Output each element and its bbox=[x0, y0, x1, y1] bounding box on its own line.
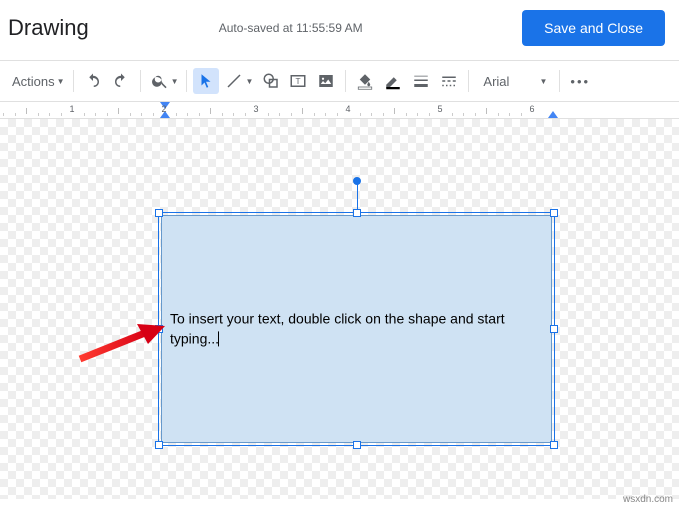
undo-icon bbox=[84, 72, 102, 90]
shape-icon bbox=[262, 72, 280, 90]
dialog-title: Drawing bbox=[8, 15, 89, 41]
redo-button[interactable] bbox=[108, 68, 134, 94]
toolbar: Actions ▼ ▼ ▼ T Arial ▼ ••• bbox=[0, 61, 679, 101]
watermark: wsxdn.com bbox=[623, 494, 673, 505]
text-cursor bbox=[218, 331, 219, 346]
more-icon: ••• bbox=[570, 74, 590, 89]
line-icon bbox=[225, 72, 243, 90]
rotation-line bbox=[357, 183, 358, 209]
zoom-icon bbox=[151, 72, 169, 90]
more-button[interactable]: ••• bbox=[566, 68, 594, 94]
select-tool[interactable] bbox=[193, 68, 219, 94]
paint-bucket-icon bbox=[356, 72, 374, 90]
separator bbox=[140, 70, 141, 92]
shape-text: To insert your text, double click on the… bbox=[170, 310, 505, 346]
line-tool[interactable]: ▼ bbox=[221, 68, 255, 94]
svg-text:T: T bbox=[296, 77, 301, 86]
chevron-down-icon: ▼ bbox=[539, 77, 547, 86]
autosave-status: Auto-saved at 11:55:59 AM bbox=[219, 21, 522, 35]
cursor-icon bbox=[197, 72, 215, 90]
save-and-close-button[interactable]: Save and Close bbox=[522, 10, 665, 46]
actions-menu[interactable]: Actions ▼ bbox=[8, 68, 67, 94]
fill-color-button[interactable] bbox=[352, 68, 378, 94]
redo-icon bbox=[112, 72, 130, 90]
shape-tool[interactable] bbox=[257, 68, 283, 94]
separator bbox=[468, 70, 469, 92]
chevron-down-icon: ▼ bbox=[57, 77, 65, 86]
font-family-select[interactable]: Arial ▼ bbox=[475, 68, 553, 94]
actions-label: Actions bbox=[12, 74, 55, 89]
border-weight-button[interactable] bbox=[408, 68, 434, 94]
horizontal-ruler[interactable]: 123456 bbox=[0, 101, 679, 119]
separator bbox=[73, 70, 74, 92]
undo-button[interactable] bbox=[80, 68, 106, 94]
shape-text-content[interactable]: To insert your text, double click on the… bbox=[170, 309, 543, 348]
textbox-tool[interactable]: T bbox=[285, 68, 311, 94]
pen-icon bbox=[384, 72, 402, 90]
annotation-arrow bbox=[75, 319, 175, 374]
line-dash-icon bbox=[440, 72, 458, 90]
border-dash-button[interactable] bbox=[436, 68, 462, 94]
image-icon bbox=[317, 72, 335, 90]
chevron-down-icon: ▼ bbox=[245, 77, 253, 86]
textbox-icon: T bbox=[289, 72, 307, 90]
separator bbox=[559, 70, 560, 92]
right-indent-marker[interactable] bbox=[548, 111, 558, 118]
separator bbox=[345, 70, 346, 92]
separator bbox=[186, 70, 187, 92]
chevron-down-icon: ▼ bbox=[171, 77, 179, 86]
zoom-menu[interactable]: ▼ bbox=[147, 68, 181, 94]
image-tool[interactable] bbox=[313, 68, 339, 94]
border-color-button[interactable] bbox=[380, 68, 406, 94]
drawing-canvas[interactable]: To insert your text, double click on the… bbox=[0, 119, 679, 499]
line-weight-icon bbox=[412, 72, 430, 90]
font-name-label: Arial bbox=[483, 74, 509, 89]
rotation-handle[interactable] bbox=[353, 177, 361, 185]
rectangle-shape[interactable]: To insert your text, double click on the… bbox=[161, 215, 552, 443]
